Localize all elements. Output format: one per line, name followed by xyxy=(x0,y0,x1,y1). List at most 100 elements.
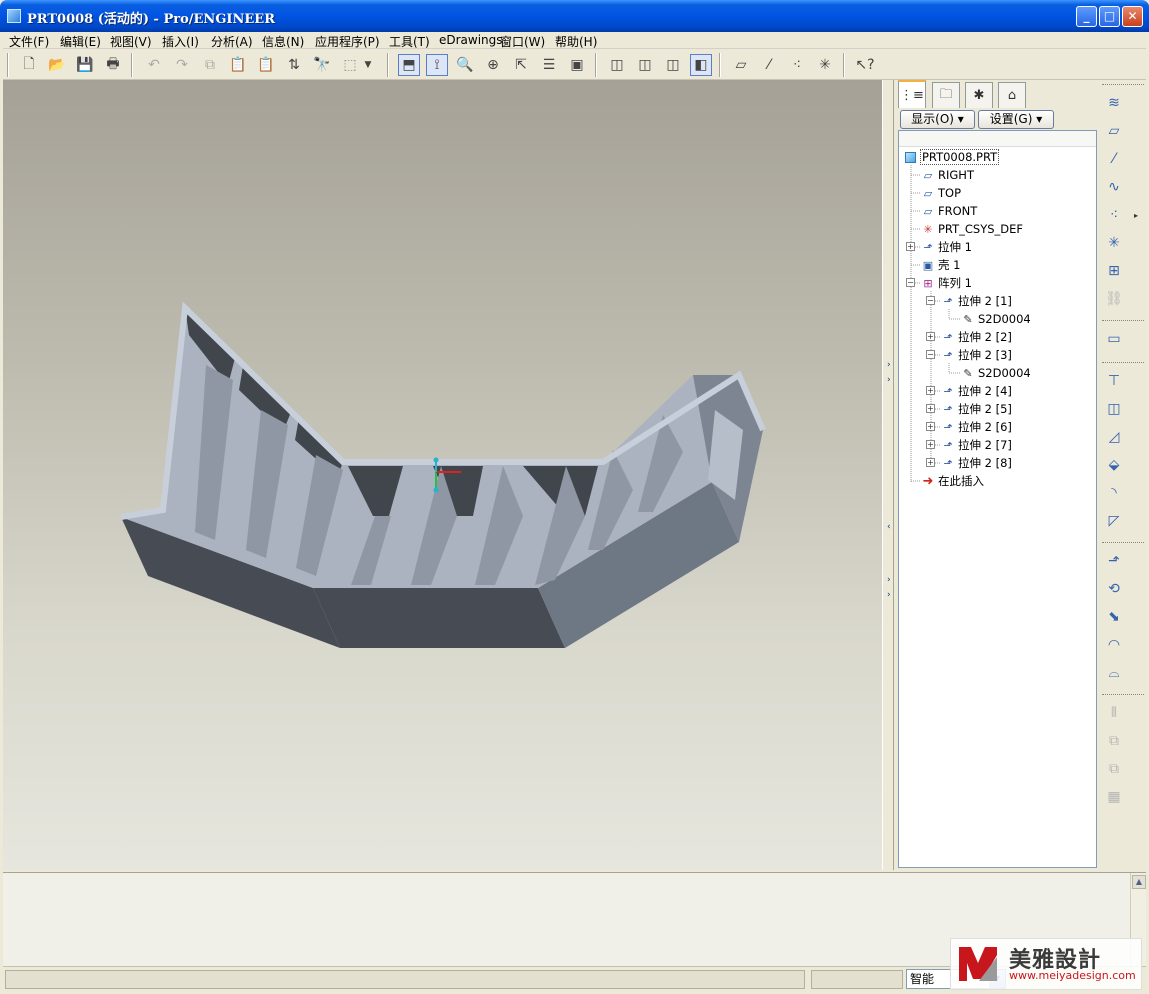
no-hidden-icon[interactable]: ◫ xyxy=(662,54,684,76)
zoom-in-icon[interactable]: ⊕ xyxy=(482,54,504,76)
collapse-icon[interactable]: − xyxy=(926,350,935,359)
datum-axes-icon[interactable]: ⁄ xyxy=(758,54,780,76)
view-manager-icon[interactable]: ▣ xyxy=(566,54,588,76)
find-icon[interactable]: 🔭 xyxy=(311,54,333,76)
menu-edrawings[interactable]: eDrawings xyxy=(439,33,503,47)
mirror-tool-icon[interactable]: ⫴ xyxy=(1103,702,1125,724)
extrude-tool-icon[interactable]: ⬏ xyxy=(1103,550,1125,572)
hidden-line-icon[interactable]: ◫ xyxy=(634,54,656,76)
datum-point-tool-icon[interactable]: ⁖ xyxy=(1103,204,1125,226)
chevron-right-icon[interactable]: ▸ xyxy=(1130,204,1142,226)
print-icon[interactable]: 🖶 xyxy=(102,54,124,76)
tree-item-front[interactable]: ▱ FRONT xyxy=(921,203,978,219)
sketcher-tool-icon[interactable]: ▭ xyxy=(1103,328,1125,350)
layers-icon[interactable]: ☰ xyxy=(538,54,560,76)
tree-item-shell1[interactable]: ▣ 壳 1 xyxy=(921,257,961,273)
tree-item-extrude2-6[interactable]: + ⬏ 拉伸 2 [6] xyxy=(926,419,1012,435)
save-icon[interactable]: 💾 xyxy=(74,54,96,76)
tree-item-right[interactable]: ▱ RIGHT xyxy=(921,167,974,183)
rib-tool-icon[interactable]: ◿ xyxy=(1103,426,1125,448)
tree-item-extrude2-8[interactable]: + ⬏ 拉伸 2 [8] xyxy=(926,455,1012,471)
menu-info[interactable]: 信息(N) xyxy=(262,33,304,50)
redo-icon[interactable]: ↷ xyxy=(171,54,193,76)
chevron-down-icon[interactable]: ▼ xyxy=(361,54,375,76)
datum-points-icon[interactable]: ⁖ xyxy=(786,54,808,76)
boundary-tool-icon[interactable]: ⌓ xyxy=(1103,662,1125,684)
model-render[interactable] xyxy=(3,80,882,870)
round-tool-icon[interactable]: ◝ xyxy=(1103,482,1125,504)
menu-window[interactable]: 窗口(W) xyxy=(500,33,545,50)
chevron-left-icon[interactable]: ‹ xyxy=(887,522,891,532)
regenerate-icon[interactable]: ⇅ xyxy=(283,54,305,76)
draft-tool-icon[interactable]: ⬙ xyxy=(1103,454,1125,476)
menu-insert[interactable]: 插入(I) xyxy=(162,33,199,50)
tree-item-extrude2-3[interactable]: − ⬏ 拉伸 2 [3] xyxy=(926,347,1012,363)
chevron-right-icon[interactable]: › xyxy=(887,360,891,370)
expand-icon[interactable]: + xyxy=(926,440,935,449)
hole-tool-icon[interactable]: ⊤ xyxy=(1103,370,1125,392)
app-icon[interactable] xyxy=(7,9,21,23)
datum-planes-icon[interactable]: ▱ xyxy=(730,54,752,76)
menu-edit[interactable]: 编辑(E) xyxy=(60,33,101,50)
menu-view[interactable]: 视图(V) xyxy=(110,33,152,50)
tab-favorites[interactable]: ✱ xyxy=(965,82,993,108)
tree-item-sketch-a[interactable]: ✎ S2D0004 xyxy=(961,311,1030,327)
orient-icon[interactable]: ⇱ xyxy=(510,54,532,76)
tree-item-top[interactable]: ▱ TOP xyxy=(921,185,961,201)
merge-tool-icon[interactable]: ⧉ xyxy=(1103,730,1125,752)
shaded-icon[interactable]: ◧ xyxy=(690,54,712,76)
expand-icon[interactable]: + xyxy=(926,332,935,341)
link-tool-icon[interactable]: ⛓ xyxy=(1103,288,1125,310)
chevron-right-icon[interactable]: › xyxy=(887,575,891,585)
collapse-icon[interactable]: − xyxy=(906,278,915,287)
minimize-button[interactable]: _ xyxy=(1076,6,1097,27)
chamfer-tool-icon[interactable]: ◸ xyxy=(1103,510,1125,532)
tab-connections[interactable]: ⌂ xyxy=(998,82,1026,108)
csys-icon[interactable]: ✳ xyxy=(814,54,836,76)
sweep-tool-icon[interactable]: ⬊ xyxy=(1103,606,1125,628)
chevron-right-icon[interactable]: › xyxy=(887,375,891,385)
paste-icon[interactable]: 📋 xyxy=(227,54,249,76)
close-button[interactable]: ✕ xyxy=(1122,6,1143,27)
panel-splitter[interactable]: › › ‹ › › xyxy=(882,80,894,870)
show-dropdown[interactable]: 显示(O) ▾ xyxy=(900,110,975,129)
tree-item-extrude2-4[interactable]: + ⬏ 拉伸 2 [4] xyxy=(926,383,1012,399)
menu-file[interactable]: 文件(F) xyxy=(9,33,49,50)
menu-tools[interactable]: 工具(T) xyxy=(389,33,430,50)
graphics-viewport[interactable] xyxy=(3,80,882,870)
datum-axis-tool-icon[interactable]: ⁄ xyxy=(1103,148,1125,170)
copy-icon[interactable]: ⧉ xyxy=(199,54,221,76)
chevron-right-icon[interactable]: › xyxy=(887,590,891,600)
open-folder-icon[interactable]: 📂 xyxy=(46,54,68,76)
expand-icon[interactable]: + xyxy=(926,386,935,395)
tree-item-pattern1[interactable]: − ⊞ 阵列 1 xyxy=(906,275,972,291)
expand-icon[interactable]: + xyxy=(926,422,935,431)
revolve-tool-icon[interactable]: ⟲ xyxy=(1103,578,1125,600)
expand-icon[interactable]: + xyxy=(926,458,935,467)
repaint-icon[interactable]: ⬒ xyxy=(398,54,420,76)
expand-icon[interactable]: + xyxy=(926,404,935,413)
pattern-tool-icon[interactable]: ▦ xyxy=(1103,786,1125,808)
tree-item-sketch-b[interactable]: ✎ S2D0004 xyxy=(961,365,1030,381)
tree-item-extrude2-7[interactable]: + ⬏ 拉伸 2 [7] xyxy=(926,437,1012,453)
tree-item-extrude2-1[interactable]: − ⬏ 拉伸 2 [1] xyxy=(926,293,1012,309)
trim-tool-icon[interactable]: ⧉ xyxy=(1103,758,1125,780)
sketch-tool-icon[interactable]: ≋ xyxy=(1103,92,1125,114)
wireframe-icon[interactable]: ◫ xyxy=(606,54,628,76)
tree-item-extrude1[interactable]: + ⬏ 拉伸 1 xyxy=(906,239,972,255)
menu-help[interactable]: 帮助(H) xyxy=(555,33,597,50)
menu-analysis[interactable]: 分析(A) xyxy=(211,33,253,50)
scroll-up-icon[interactable]: ▲ xyxy=(1132,875,1146,889)
tree-item-insert-here[interactable]: ➜ 在此插入 xyxy=(921,473,984,489)
zoom-fit-icon[interactable]: 🔍 xyxy=(454,54,476,76)
blend-tool-icon[interactable]: ◠ xyxy=(1103,634,1125,656)
select-box-icon[interactable]: ⬚ xyxy=(339,54,361,76)
menu-applications[interactable]: 应用程序(P) xyxy=(315,33,380,50)
new-file-icon[interactable]: 🗋 xyxy=(18,54,40,76)
analysis-tool-icon[interactable]: ⊞ xyxy=(1103,260,1125,282)
tree-item-extrude2-5[interactable]: + ⬏ 拉伸 2 [5] xyxy=(926,401,1012,417)
shell-tool-icon[interactable]: ◫ xyxy=(1103,398,1125,420)
datum-curve-tool-icon[interactable]: ∿ xyxy=(1103,176,1125,198)
expand-icon[interactable]: + xyxy=(906,242,915,251)
tab-folder-browser[interactable]: 🗀 xyxy=(932,82,960,108)
